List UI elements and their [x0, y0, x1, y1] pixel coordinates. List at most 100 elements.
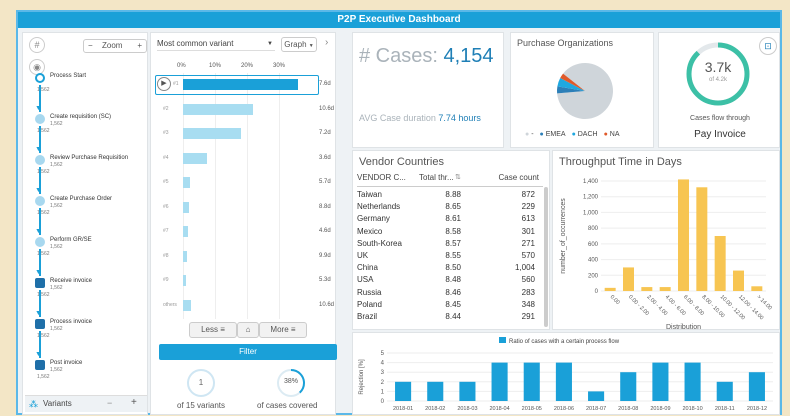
table-row[interactable]: Russia 8.46 283 [357, 288, 543, 300]
axis-tick-label: 30% [273, 63, 286, 69]
variants-tab-label: Variants [43, 399, 72, 408]
table-cell: 8.61 [445, 214, 461, 224]
purchase-orgs-title: Purchase Organizations [517, 38, 614, 48]
process-node-count: 1,562 [50, 244, 63, 250]
variants-tab[interactable]: ⁂ Variants − + [25, 395, 147, 412]
variants-decrease-button[interactable]: − [107, 398, 112, 408]
variants-increase-button[interactable]: + [131, 397, 137, 408]
rejection-bar [620, 372, 637, 401]
avg-label: AVG Case duration [359, 113, 436, 123]
process-flow: 1,562 ▼ Create requisition (SC) 1,562 1,562 ▼… [23, 33, 149, 416]
y-tick-label: 1,400 [583, 179, 599, 185]
vendor-countries-panel: Vendor Countries VENDOR C... Total thr...… [352, 150, 550, 330]
table-row[interactable]: Brazil 8.44 291 [357, 312, 543, 324]
process-node-count: 1,562 [50, 203, 63, 209]
table-row[interactable]: UK 8.55 570 [357, 251, 543, 263]
x-tick-label: 2018-08 [618, 406, 638, 412]
process-node[interactable] [35, 237, 45, 247]
table-cell: USA [357, 275, 374, 285]
edge-count: 1,562 [37, 374, 50, 380]
variant-bar[interactable] [183, 250, 187, 262]
y-tick-label: 5 [381, 351, 385, 357]
table-row[interactable]: Mexico 8.58 301 [357, 227, 543, 239]
dashboard-title: P2P Executive Dashboard [18, 12, 780, 28]
table-row[interactable]: Netherlands 8.65 229 [357, 202, 543, 214]
table-header-cell[interactable]: VENDOR C... [357, 173, 417, 182]
table-cell: 8.44 [445, 312, 461, 321]
variant-bar[interactable] [183, 201, 190, 213]
legend-item[interactable]: ● EMEA [540, 131, 566, 138]
rejection-bar [588, 391, 605, 401]
variant-select[interactable]: Most common variant ▼ [157, 37, 275, 51]
variant-duration: 10.6d [319, 301, 335, 308]
cases-label: # Cases: [359, 45, 438, 67]
arrow-head-icon: ▼ [35, 310, 42, 317]
cases-value: 4,154 [443, 45, 494, 67]
y-tick-label: 1,200 [583, 195, 599, 201]
y-axis-label: number_of_occurrences [560, 198, 567, 274]
throughput-bar [641, 287, 653, 291]
sort-icon[interactable]: ⇅ [455, 173, 461, 181]
variant-label: #5 [163, 179, 169, 185]
variant-duration: 7.2d [319, 130, 331, 136]
process-node[interactable] [35, 155, 45, 165]
graph-select[interactable]: Graph ▼ [281, 37, 317, 52]
legend-item[interactable]: ● NA [604, 131, 620, 138]
variant-label: #9 [163, 277, 169, 283]
variant-label: #3 [163, 130, 169, 136]
table-cell: 229 [521, 202, 535, 212]
variants-caption: of 15 variants [177, 401, 226, 410]
table-header-cell[interactable]: Case count [465, 173, 539, 182]
more-button[interactable]: More ≡ [259, 322, 307, 338]
filter-button[interactable]: Filter [159, 344, 337, 360]
process-node[interactable] [35, 319, 45, 329]
home-button[interactable]: ⌂ [237, 322, 259, 338]
variant-duration: 5.7d [319, 179, 331, 185]
table-cell: 613 [521, 214, 535, 224]
chevron-right-icon[interactable]: › [325, 37, 328, 48]
x-tick-label: 2018-05 [522, 406, 542, 412]
variant-bar[interactable] [183, 226, 189, 237]
variant-duration: 5.3d [319, 277, 331, 283]
x-tick-label: 0.00 [609, 294, 621, 306]
process-node[interactable] [35, 114, 45, 124]
process-node[interactable] [35, 196, 45, 206]
variant-bar[interactable] [183, 152, 207, 164]
legend-swatch-icon [499, 337, 506, 343]
legend-item[interactable]: ● - [525, 131, 534, 138]
rejection-bar [491, 362, 508, 401]
variant-label: #7 [163, 228, 169, 234]
variant-duration: 3.6d [319, 154, 331, 161]
variant-bar[interactable] [183, 103, 254, 115]
less-button[interactable]: Less ≡ [189, 322, 237, 338]
variant-bar[interactable] [183, 275, 187, 286]
play-icon[interactable]: ▶ [157, 77, 171, 91]
table-cell: 8.46 [445, 287, 461, 297]
expand-icon[interactable]: ⊡ [759, 37, 777, 55]
variants-count-circle: 1 [187, 369, 215, 397]
table-cell: 8.55 [445, 251, 461, 260]
table-cell: Mexico [357, 226, 383, 236]
table-row[interactable]: South-Korea 8.57 271 [357, 239, 543, 251]
table-cell: 271 [521, 238, 535, 248]
rejection-bar [716, 381, 733, 401]
variant-bar[interactable] [183, 299, 191, 311]
y-tick-label: 4 [381, 361, 385, 367]
variant-bar[interactable] [183, 79, 299, 90]
process-node[interactable] [35, 278, 45, 288]
table-row[interactable]: USA 8.48 560 [357, 275, 543, 287]
process-node[interactable] [35, 360, 45, 370]
x-tick-label: 2018-01 [393, 406, 413, 412]
variant-bar[interactable] [183, 177, 191, 188]
throughput-chart: 02004006008001,0001,2001,4000.00 0.00 - 2… [560, 179, 773, 331]
table-scrollbar[interactable] [544, 187, 548, 327]
table-row[interactable]: Germany 8.61 613 [357, 214, 543, 226]
table-row[interactable]: Poland 8.45 348 [357, 300, 543, 312]
table-row[interactable]: China 8.50 1,004 [357, 263, 543, 275]
process-node-count: 1,562 [50, 367, 63, 373]
throughput-bar [714, 236, 726, 291]
legend-item[interactable]: ● DACH [572, 131, 598, 138]
table-row[interactable]: Taiwan 8.88 872 [357, 190, 543, 202]
variant-bar[interactable] [183, 128, 241, 139]
rejection-bar [427, 381, 444, 401]
